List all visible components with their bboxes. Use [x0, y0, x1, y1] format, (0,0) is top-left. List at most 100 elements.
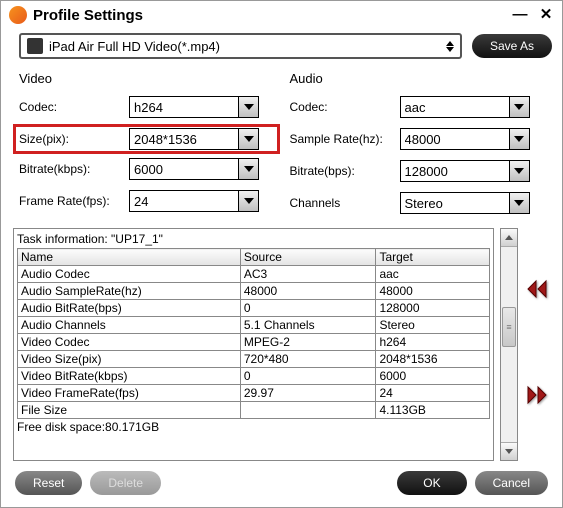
video-codec-input[interactable] — [130, 97, 238, 117]
table-row[interactable]: File Size 4.113GB — [18, 402, 490, 419]
table-cell: 2048*1536 — [376, 351, 490, 368]
col-source[interactable]: Source — [240, 249, 376, 266]
table-cell: Audio SampleRate(hz) — [18, 283, 241, 300]
table-cell: Audio BitRate(bps) — [18, 300, 241, 317]
double-right-icon — [526, 385, 548, 405]
video-size-row: Size(pix): — [15, 126, 278, 152]
audio-samplerate-row: Sample Rate(hz): — [286, 128, 549, 150]
table-cell: 128000 — [376, 300, 490, 317]
chevron-down-icon[interactable] — [238, 191, 258, 211]
profile-bar: iPad Air Full HD Video(*.mp4) Save As — [1, 29, 562, 69]
profile-name: iPad Air Full HD Video(*.mp4) — [49, 39, 440, 54]
task-area: Task information: "UP17_1" Name Source T… — [13, 228, 550, 461]
close-button[interactable]: ✕ — [538, 7, 554, 23]
delete-button: Delete — [90, 471, 161, 495]
app-icon — [9, 6, 27, 24]
reset-button[interactable]: Reset — [15, 471, 82, 495]
table-row[interactable]: Video CodecMPEG-2h264 — [18, 334, 490, 351]
vertical-scrollbar[interactable] — [500, 228, 518, 461]
table-row[interactable]: Audio CodecAC3aac — [18, 266, 490, 283]
audio-channels-label: Channels — [290, 196, 400, 210]
audio-codec-row: Codec: — [286, 96, 549, 118]
audio-bitrate-select[interactable] — [400, 160, 530, 182]
audio-samplerate-input[interactable] — [401, 129, 509, 149]
table-row[interactable]: Audio SampleRate(hz)4800048000 — [18, 283, 490, 300]
audio-bitrate-input[interactable] — [401, 161, 509, 181]
audio-codec-input[interactable] — [401, 97, 509, 117]
col-target[interactable]: Target — [376, 249, 490, 266]
table-row[interactable]: Audio BitRate(bps)0128000 — [18, 300, 490, 317]
video-bitrate-input[interactable] — [130, 159, 238, 179]
audio-samplerate-label: Sample Rate(hz): — [290, 132, 400, 146]
table-cell: Video Codec — [18, 334, 241, 351]
table-cell: 48000 — [376, 283, 490, 300]
chevron-down-icon[interactable] — [238, 159, 258, 179]
table-cell — [240, 402, 376, 419]
chevron-down-icon[interactable] — [509, 129, 529, 149]
table-cell: MPEG-2 — [240, 334, 376, 351]
table-cell: File Size — [18, 402, 241, 419]
audio-bitrate-label: Bitrate(bps): — [290, 164, 400, 178]
table-cell: 29.97 — [240, 385, 376, 402]
cancel-button[interactable]: Cancel — [475, 471, 548, 495]
save-as-button[interactable]: Save As — [472, 34, 552, 58]
col-name[interactable]: Name — [18, 249, 241, 266]
audio-column: Audio Codec: Sample Rate(hz): Bitrate(bp… — [286, 71, 549, 224]
table-cell: Audio Channels — [18, 317, 241, 334]
table-cell: aac — [376, 266, 490, 283]
video-codec-select[interactable] — [129, 96, 259, 118]
profile-select[interactable]: iPad Air Full HD Video(*.mp4) — [19, 33, 462, 59]
minimize-button[interactable]: — — [512, 7, 528, 23]
video-size-select[interactable] — [129, 128, 259, 150]
video-bitrate-label: Bitrate(kbps): — [19, 162, 129, 176]
table-cell: 48000 — [240, 283, 376, 300]
scroll-track[interactable] — [501, 247, 517, 442]
task-info-box: Task information: "UP17_1" Name Source T… — [13, 228, 494, 461]
double-left-icon — [526, 279, 548, 299]
free-disk-label: Free disk space:80.171GB — [17, 420, 490, 434]
video-bitrate-select[interactable] — [129, 158, 259, 180]
table-row[interactable]: Audio Channels5.1 ChannelsStereo — [18, 317, 490, 334]
chevron-down-icon[interactable] — [238, 129, 258, 149]
scroll-down-button[interactable] — [501, 442, 517, 460]
audio-channels-input[interactable] — [401, 193, 509, 213]
table-cell: 0 — [240, 368, 376, 385]
audio-title: Audio — [290, 71, 549, 86]
chevron-down-icon[interactable] — [238, 97, 258, 117]
video-size-input[interactable] — [130, 129, 238, 149]
spinner-icon[interactable] — [440, 41, 460, 52]
video-bitrate-row: Bitrate(kbps): — [15, 158, 278, 180]
scroll-up-button[interactable] — [501, 229, 517, 247]
scroll-thumb[interactable] — [502, 307, 516, 347]
next-task-button[interactable] — [526, 385, 548, 410]
titlebar: Profile Settings — ✕ — [1, 1, 562, 29]
table-cell: 24 — [376, 385, 490, 402]
chevron-down-icon[interactable] — [509, 193, 529, 213]
chevron-down-icon[interactable] — [509, 97, 529, 117]
chevron-down-icon[interactable] — [509, 161, 529, 181]
table-row[interactable]: Video FrameRate(fps)29.9724 — [18, 385, 490, 402]
ok-button[interactable]: OK — [397, 471, 466, 495]
prev-task-button[interactable] — [526, 279, 548, 304]
video-framerate-row: Frame Rate(fps): — [15, 190, 278, 212]
video-framerate-label: Frame Rate(fps): — [19, 194, 129, 208]
settings-panel: Video Codec: Size(pix): Bitrate(kbps): F… — [1, 69, 562, 224]
video-framerate-select[interactable] — [129, 190, 259, 212]
video-title: Video — [19, 71, 278, 86]
video-framerate-input[interactable] — [130, 191, 238, 211]
table-row[interactable]: Video Size(pix)720*4802048*1536 — [18, 351, 490, 368]
table-cell: Video Size(pix) — [18, 351, 241, 368]
audio-channels-select[interactable] — [400, 192, 530, 214]
table-cell: 4.113GB — [376, 402, 490, 419]
table-header-row: Name Source Target — [18, 249, 490, 266]
audio-codec-select[interactable] — [400, 96, 530, 118]
audio-samplerate-select[interactable] — [400, 128, 530, 150]
video-size-label: Size(pix): — [19, 132, 129, 146]
table-cell: 720*480 — [240, 351, 376, 368]
table-cell: Audio Codec — [18, 266, 241, 283]
audio-bitrate-row: Bitrate(bps): — [286, 160, 549, 182]
table-cell: AC3 — [240, 266, 376, 283]
table-cell: 0 — [240, 300, 376, 317]
table-row[interactable]: Video BitRate(kbps)06000 — [18, 368, 490, 385]
table-cell: Video BitRate(kbps) — [18, 368, 241, 385]
